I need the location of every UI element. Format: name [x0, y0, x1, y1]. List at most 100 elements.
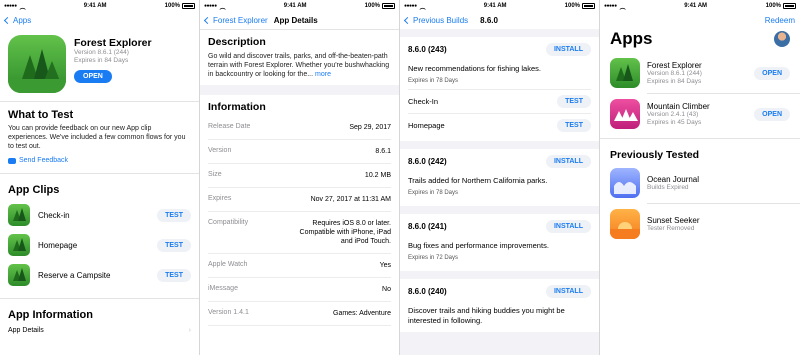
back-button[interactable]: Forest Explorer	[203, 16, 268, 25]
sunset-app-icon	[610, 209, 640, 239]
app-details-row[interactable]: App Details ›	[0, 325, 199, 336]
build-expiry: Expires in 78 Days	[408, 190, 459, 196]
clip-label: Homepage	[38, 240, 78, 250]
info-key: Expires	[208, 195, 232, 202]
info-key: Version	[208, 147, 232, 154]
app-information-heading: App Information	[8, 309, 93, 321]
section-gap	[200, 85, 399, 95]
status-bar: ●●●●● ︵ 9:41 AM 100%	[200, 0, 399, 12]
app-name: Ocean Journal	[647, 174, 700, 184]
info-row-imessage: iMessage No	[208, 278, 391, 302]
app-row-sunset-seeker[interactable]: Sunset Seeker Tester Removed	[600, 204, 800, 244]
info-key: Size	[208, 171, 222, 178]
info-value: Nov 27, 2017 at 11:31 AM	[310, 196, 391, 203]
info-row-apple-watch: Apple Watch Yes	[208, 254, 391, 278]
app-row-forest-explorer[interactable]: Forest Explorer Version 8.6.1 (244) Expi…	[600, 53, 800, 93]
app-expiry: Expires in 45 Days	[647, 118, 702, 126]
status-time: 9:41 AM	[283, 3, 307, 9]
signal-icon: ●●●●●	[404, 3, 417, 9]
info-row-release-date: Release Date Sep 29, 2017	[208, 116, 391, 140]
build-card: 8.6.0 (243) INSTALL New recommendations f…	[400, 37, 599, 141]
app-row-mountain-climber[interactable]: Mountain Climber Version 2.4.1 (43) Expi…	[600, 94, 800, 134]
description-heading: Description	[208, 36, 266, 48]
wifi-icon: ︵	[419, 4, 426, 11]
screen-apps-list: ●●●●● ︵ 9:41 AM 100% Redeem Apps Forest E…	[600, 0, 800, 355]
app-title: Forest Explorer	[74, 37, 152, 49]
status-time: 9:41 AM	[684, 3, 708, 9]
redeem-button[interactable]: Redeem	[765, 16, 795, 25]
clip-forest-icon	[8, 234, 30, 256]
info-key: Compatibility	[208, 219, 249, 226]
app-name: Mountain Climber	[647, 101, 710, 111]
forest-app-icon	[8, 35, 66, 93]
build-notes: New recommendations for fishing lakes.	[408, 64, 541, 73]
send-feedback-label: Send Feedback	[19, 157, 69, 164]
battery-icon	[582, 3, 595, 9]
info-row-size: Size 10.2 MB	[208, 164, 391, 188]
info-value: Yes	[379, 262, 391, 269]
clip-row-reserve-campsite: Reserve a Campsite TEST	[0, 260, 199, 290]
what-to-test-body: You can provide feedback on our new App …	[8, 125, 186, 150]
status-bar: ●●●●● ︵ 9:41 AM 100%	[0, 0, 199, 12]
open-button[interactable]: OPEN	[74, 70, 112, 83]
build-version: 8.6.0 (243)	[408, 45, 447, 54]
build-version: 8.6.0 (240)	[408, 287, 447, 296]
info-row-expires: Expires Nov 27, 2017 at 11:31 AM	[208, 188, 391, 212]
app-version: Version 8.6.1 (244)	[74, 49, 129, 56]
clip-forest-icon	[8, 264, 30, 286]
install-button[interactable]: INSTALL	[545, 43, 591, 56]
battery-icon	[783, 3, 796, 9]
builds-list: 8.6.0 (243) INSTALL New recommendations f…	[400, 29, 599, 355]
divider	[600, 138, 800, 139]
app-expiry: Expires in 84 Days	[647, 77, 702, 85]
build-card: 8.6.0 (242) INSTALL Trails added for Nort…	[400, 149, 599, 206]
nav-bar: Redeem	[600, 12, 800, 29]
info-value: Games: Adventure	[333, 310, 391, 317]
test-button[interactable]: TEST	[157, 238, 191, 252]
status-battery-label: 100%	[564, 3, 580, 9]
test-button[interactable]: TEST	[557, 95, 591, 108]
nav-title: 8.6.0	[480, 16, 498, 25]
test-button[interactable]: TEST	[157, 208, 191, 222]
back-label: Apps	[13, 16, 32, 25]
description-text: Go wild and discover trails, parks, and …	[208, 52, 391, 79]
test-button[interactable]: TEST	[157, 268, 191, 282]
app-status: Builds Expired	[647, 183, 689, 191]
info-row-version: Version 8.6.1	[208, 140, 391, 164]
app-expiry: Expires in 84 Days	[74, 57, 129, 64]
clip-label: Check-In	[408, 97, 439, 106]
app-name: Forest Explorer	[647, 60, 702, 70]
open-button[interactable]: OPEN	[754, 66, 790, 80]
info-value: Requires iOS 8.0 or later. Compatible wi…	[299, 220, 391, 245]
description-body: Go wild and discover trails, parks, and …	[208, 53, 390, 78]
app-version: Version 2.4.1 (43)	[647, 110, 699, 118]
info-row-category: Version 1.4.1 Games: Adventure	[208, 302, 391, 326]
message-icon	[8, 157, 16, 164]
install-button[interactable]: INSTALL	[545, 155, 591, 168]
back-button[interactable]: Apps	[3, 16, 32, 25]
chevron-left-icon	[403, 16, 412, 25]
back-label: Forest Explorer	[213, 16, 268, 25]
info-value: 8.6.1	[375, 148, 391, 155]
build-notes: Discover trails and hiking buddies you m…	[408, 306, 565, 325]
test-button[interactable]: TEST	[557, 119, 591, 132]
install-button[interactable]: INSTALL	[545, 285, 591, 298]
app-row-ocean-journal[interactable]: Ocean Journal Builds Expired	[600, 163, 800, 203]
build-clip-row: Homepage TEST	[408, 113, 591, 137]
back-label: Previous Builds	[413, 16, 469, 25]
info-value: Sep 29, 2017	[349, 124, 391, 131]
more-link[interactable]: more	[315, 71, 331, 78]
send-feedback-link[interactable]: Send Feedback	[0, 154, 199, 167]
status-time: 9:41 AM	[83, 3, 107, 9]
install-button[interactable]: INSTALL	[545, 220, 591, 233]
status-battery-label: 100%	[765, 3, 781, 9]
build-card: 8.6.0 (241) INSTALL Bug fixes and perform…	[400, 214, 599, 271]
open-button[interactable]: OPEN	[754, 107, 790, 121]
avatar[interactable]	[774, 31, 790, 47]
status-battery-label: 100%	[164, 3, 180, 9]
info-key: Release Date	[208, 123, 251, 130]
nav-bar: Previous Builds 8.6.0	[400, 12, 599, 29]
clip-label: Check-in	[38, 210, 70, 220]
back-button[interactable]: Previous Builds	[403, 16, 469, 25]
screen-app-details: ●●●●● ︵ 9:41 AM 100% Forest Explorer App …	[200, 0, 400, 355]
